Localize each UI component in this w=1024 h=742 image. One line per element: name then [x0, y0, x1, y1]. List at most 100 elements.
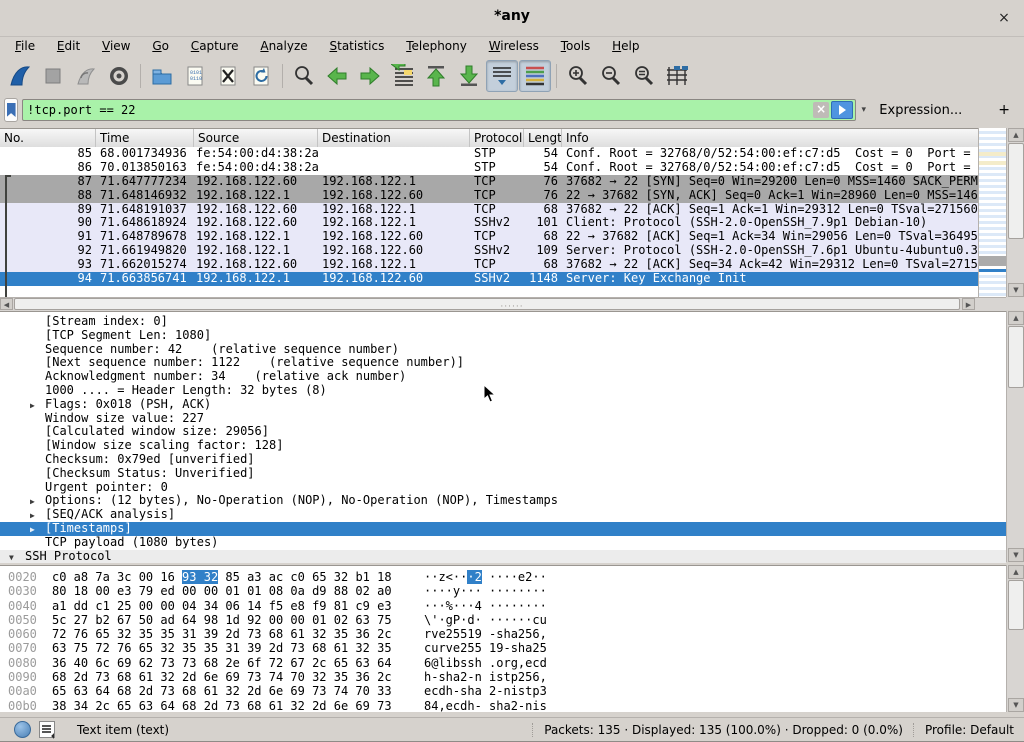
- filter-clear-button[interactable]: ×: [813, 102, 829, 118]
- packet-row-92[interactable]: 9271.661949820192.168.122.1192.168.122.6…: [0, 244, 978, 258]
- display-filter-input[interactable]: [25, 100, 813, 120]
- go-top-button[interactable]: [420, 60, 452, 92]
- detail-line[interactable]: [Window size scaling factor: 128]: [0, 439, 1006, 453]
- detail-line[interactable]: [Next sequence number: 1122 (relative se…: [0, 356, 1006, 370]
- hex-row[interactable]: 006072 76 65 32 35 35 31 39 2d 73 68 61 …: [0, 627, 1006, 641]
- menu-file[interactable]: File: [6, 36, 44, 55]
- detail-line[interactable]: 1000 .... = Header Length: 32 bytes (8): [0, 384, 1006, 398]
- expert-info-icon[interactable]: [14, 721, 31, 738]
- detail-line[interactable]: Acknowledgment number: 34 (relative ack …: [0, 370, 1006, 384]
- go-to-packet-button[interactable]: [387, 60, 419, 92]
- column-header-protocol[interactable]: Protocol: [470, 129, 524, 147]
- detail-line[interactable]: Urgent pointer: 0: [0, 481, 1006, 495]
- detail-line[interactable]: [Stream index: 0]: [0, 315, 1006, 329]
- resize-columns-button[interactable]: [661, 60, 693, 92]
- hex-row[interactable]: 00a065 63 64 68 2d 73 68 61 32 2d 6e 69 …: [0, 684, 1006, 698]
- save-file-button[interactable]: 01010110: [179, 60, 211, 92]
- column-header-source[interactable]: Source: [194, 129, 318, 147]
- go-bottom-button[interactable]: [453, 60, 485, 92]
- details-vscrollbar[interactable]: ▲ ▼: [1006, 311, 1024, 562]
- open-file-button[interactable]: [146, 60, 178, 92]
- detail-line-options[interactable]: ▶Options: (12 bytes), No-Operation (NOP)…: [0, 494, 1006, 508]
- column-header-time[interactable]: Time: [96, 129, 194, 147]
- detail-line[interactable]: [Calculated window size: 29056]: [0, 425, 1006, 439]
- scroll-right-icon[interactable]: ▶: [962, 298, 975, 310]
- packet-row-93[interactable]: 9371.662015274192.168.122.60192.168.122.…: [0, 258, 978, 272]
- zoom-original-button[interactable]: [628, 60, 660, 92]
- capture-start-button[interactable]: [4, 60, 36, 92]
- zoom-out-button[interactable]: [595, 60, 627, 92]
- packet-row-88[interactable]: 8871.648146932192.168.122.1192.168.122.6…: [0, 189, 978, 203]
- capture-restart-button[interactable]: [70, 60, 102, 92]
- hex-row[interactable]: 00b038 34 2c 65 63 64 68 2d 73 68 61 32 …: [0, 699, 1006, 712]
- find-packet-button[interactable]: [288, 60, 320, 92]
- menu-analyze[interactable]: Analyze: [251, 36, 316, 55]
- filter-bookmark-button[interactable]: [4, 98, 18, 122]
- detail-line-timestamps-selected[interactable]: ▶[Timestamps]: [0, 522, 1006, 536]
- menu-edit[interactable]: Edit: [48, 36, 89, 55]
- detail-line-seq-ack[interactable]: ▶[SEQ/ACK analysis]: [0, 508, 1006, 522]
- scroll-up-icon[interactable]: ▲: [1008, 311, 1024, 325]
- filter-apply-button[interactable]: [831, 101, 853, 119]
- hex-row[interactable]: 003080 18 00 e3 79 ed 00 00 01 01 08 0a …: [0, 584, 1006, 598]
- detail-line[interactable]: Checksum: 0x79ed [unverified]: [0, 453, 1006, 467]
- column-header-length[interactable]: Length: [524, 129, 562, 147]
- scroll-left-icon[interactable]: ◀: [0, 298, 13, 310]
- capture-comment-icon[interactable]: [39, 721, 55, 738]
- packet-row-90[interactable]: 9071.648618924192.168.122.60192.168.122.…: [0, 216, 978, 230]
- detail-line[interactable]: TCP payload (1080 bytes): [0, 536, 1006, 550]
- packet-row-91[interactable]: 9171.648789678192.168.122.1192.168.122.6…: [0, 230, 978, 244]
- menu-view[interactable]: View: [93, 36, 139, 55]
- expression-button[interactable]: Expression...: [871, 100, 970, 121]
- packet-row-86[interactable]: 8670.013850163fe:54:00:d4:38:2aSTP54Conf…: [0, 161, 978, 175]
- status-profile[interactable]: Profile: Default: [925, 723, 1014, 737]
- detail-line-ssh-protocol[interactable]: ▼SSH Protocol: [0, 550, 1006, 563]
- menu-tools[interactable]: Tools: [552, 36, 600, 55]
- detail-line[interactable]: [TCP Segment Len: 1080]: [0, 329, 1006, 343]
- hex-row[interactable]: 0020c0 a8 7a 3c 00 16 93 32 85 a3 ac c0 …: [0, 570, 1006, 584]
- capture-options-button[interactable]: [103, 60, 135, 92]
- scroll-down-icon[interactable]: ▼: [1008, 548, 1024, 562]
- scrollbar-thumb[interactable]: [1008, 580, 1024, 630]
- go-back-button[interactable]: [321, 60, 353, 92]
- auto-scroll-button[interactable]: [486, 60, 518, 92]
- menu-capture[interactable]: Capture: [182, 36, 248, 55]
- column-header-info[interactable]: Info: [562, 129, 1006, 147]
- menu-go[interactable]: Go: [143, 36, 178, 55]
- detail-line[interactable]: Sequence number: 42 (relative sequence n…: [0, 343, 1006, 357]
- capture-stop-button[interactable]: [37, 60, 69, 92]
- scroll-down-icon[interactable]: ▼: [1008, 698, 1024, 712]
- menu-telephony[interactable]: Telephony: [397, 36, 476, 55]
- packet-row-94-selected[interactable]: 9471.663856741192.168.122.1192.168.122.6…: [0, 272, 978, 286]
- hex-row[interactable]: 008036 40 6c 69 62 73 73 68 2e 6f 72 67 …: [0, 656, 1006, 670]
- detail-line[interactable]: Window size value: 227: [0, 412, 1006, 426]
- scrollbar-thumb[interactable]: [1008, 143, 1024, 239]
- menu-statistics[interactable]: Statistics: [320, 36, 393, 55]
- packet-list-vscrollbar[interactable]: ▲ ▼: [1006, 128, 1024, 297]
- reload-file-button[interactable]: [245, 60, 277, 92]
- packet-minimap[interactable]: [978, 128, 1007, 297]
- column-header-no[interactable]: No.: [0, 129, 96, 147]
- close-file-button[interactable]: [212, 60, 244, 92]
- packet-row-87[interactable]: 8771.647777234192.168.122.60192.168.122.…: [0, 175, 978, 189]
- hex-vscrollbar[interactable]: ▲ ▼: [1006, 565, 1024, 712]
- detail-line[interactable]: [Checksum Status: Unverified]: [0, 467, 1006, 481]
- colorize-button[interactable]: [519, 60, 551, 92]
- detail-line-flags[interactable]: ▶Flags: 0x018 (PSH, ACK): [0, 398, 1006, 412]
- go-forward-button[interactable]: [354, 60, 386, 92]
- packet-row-89[interactable]: 8971.648191037192.168.122.60192.168.122.…: [0, 203, 978, 217]
- zoom-in-button[interactable]: [562, 60, 594, 92]
- close-button[interactable]: ×: [994, 8, 1014, 28]
- packet-row-85[interactable]: 8568.001734936fe:54:00:d4:38:2aSTP54Conf…: [0, 147, 978, 161]
- filter-history-dropdown[interactable]: ▾: [860, 99, 867, 121]
- hex-row[interactable]: 00505c 27 b2 67 50 ad 64 98 1d 92 00 00 …: [0, 613, 1006, 627]
- menu-help[interactable]: Help: [603, 36, 648, 55]
- filter-add-button[interactable]: +: [988, 102, 1020, 118]
- scroll-down-icon[interactable]: ▼: [1008, 283, 1024, 297]
- scroll-up-icon[interactable]: ▲: [1008, 565, 1024, 579]
- scroll-up-icon[interactable]: ▲: [1008, 128, 1024, 142]
- scrollbar-thumb[interactable]: [14, 298, 960, 310]
- column-header-destination[interactable]: Destination: [318, 129, 470, 147]
- scrollbar-thumb[interactable]: [1008, 326, 1024, 388]
- menu-wireless[interactable]: Wireless: [480, 36, 548, 55]
